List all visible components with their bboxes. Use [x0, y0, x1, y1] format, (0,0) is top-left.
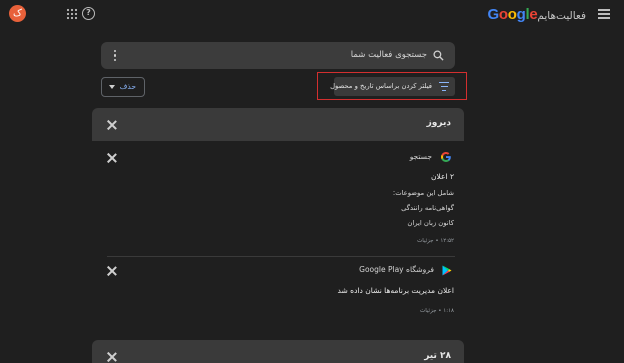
divider	[107, 256, 455, 257]
item-title[interactable]: ۲ اعلان	[431, 172, 454, 181]
chevron-down-icon	[109, 85, 115, 89]
day-header: ۲۸ تیر	[92, 340, 464, 363]
close-icon[interactable]	[107, 352, 117, 362]
filter-by-date-product-button[interactable]: فیلتر کردن براساس تاریخ و محصول	[330, 77, 455, 96]
close-icon[interactable]	[107, 153, 117, 163]
help-icon[interactable]: ?	[82, 7, 95, 20]
top-app-bar: ک ? Google فعالیت‌هایم	[0, 0, 624, 30]
filter-label: فیلتر کردن براساس تاریخ و محصول	[330, 82, 432, 90]
google-logo: Google	[487, 6, 538, 23]
my-activity-page: ک ? Google فعالیت‌هایم حذف	[0, 0, 624, 363]
day-label: دیروز	[426, 118, 451, 128]
more-options-icon[interactable]	[113, 50, 117, 61]
apps-grid-icon[interactable]	[66, 8, 78, 20]
delete-dropdown-button[interactable]: حذف	[101, 77, 145, 97]
close-icon[interactable]	[107, 266, 117, 276]
product-name: جستجو	[409, 152, 432, 161]
search-bar	[101, 42, 455, 69]
google-play-icon	[442, 265, 452, 276]
account-avatar[interactable]: ک	[9, 5, 26, 22]
item-detail: کانون زبان ایران	[407, 219, 454, 227]
day-header: دیروز	[92, 108, 464, 141]
google-search-icon	[441, 152, 451, 162]
item-title[interactable]: اعلان مدیریت برنامه‌ها نشان داده شد	[338, 286, 454, 295]
delete-label: حذف	[119, 82, 136, 91]
close-icon[interactable]	[107, 120, 117, 130]
main-menu-icon[interactable]	[598, 9, 610, 19]
item-time-details-link[interactable]: ۱:۱۸ • جزئیات	[420, 308, 454, 314]
search-icon[interactable]	[433, 50, 444, 61]
day-label: ۲۸ تیر	[424, 351, 451, 361]
item-time-details-link[interactable]: ۱۲:۵۲ • جزئیات	[417, 238, 454, 244]
item-detail: شامل این موضوعات:	[392, 189, 454, 197]
product-name: فروشگاه Google Play	[359, 265, 434, 274]
filter-list-icon	[439, 82, 449, 91]
search-input[interactable]	[167, 42, 427, 69]
item-detail: گواهی‌نامه رانندگی	[401, 204, 454, 212]
page-title: فعالیت‌هایم	[537, 10, 586, 22]
brand-logo[interactable]: Google فعالیت‌هایم	[487, 6, 588, 24]
